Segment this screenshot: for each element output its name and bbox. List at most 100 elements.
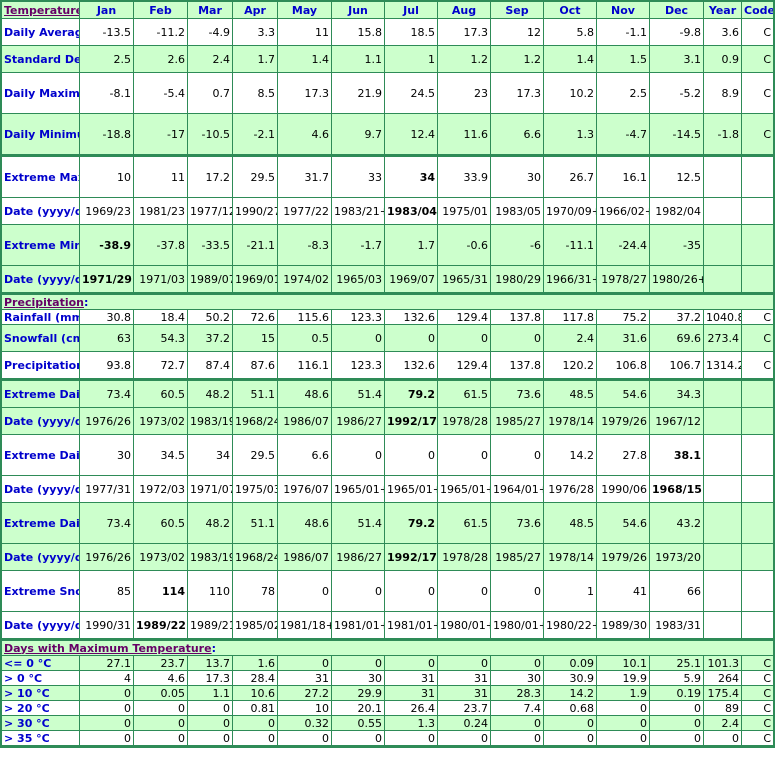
value-cell: -18.8 [80,114,134,155]
value-cell: 1979/26 [597,408,650,435]
value-cell: 2.4 [544,325,597,352]
value-cell: 7.4 [491,701,544,716]
value-cell: 1971/03 [134,266,188,293]
code-cell [742,198,773,225]
value-cell: 0 [332,571,385,612]
value-cell: 1.7 [233,46,278,73]
value-cell: 69.6 [650,325,704,352]
value-cell: -0.6 [438,225,491,266]
row-label: <= 0 °C [2,656,80,671]
value-cell: 0 [491,731,544,746]
value-cell: 106.8 [597,352,650,379]
col-header: May [278,2,332,19]
value-cell: 30 [80,435,134,476]
year-cell [704,155,742,198]
value-cell: -13.5 [80,19,134,46]
value-cell: 38.1 [650,435,704,476]
value-cell: 30.8 [80,310,134,325]
value-cell: 0 [278,731,332,746]
value-cell: 1973/02 [134,408,188,435]
value-cell: 73.6 [491,379,544,408]
table-row: Rainfall (mm) 30.8 18.4 50.2 72.6 115.6 123.3 1… [2,310,773,325]
year-cell [704,379,742,408]
value-cell: 23.7 [438,701,491,716]
value-cell: 16.1 [597,155,650,198]
value-cell: 25.1 [650,656,704,671]
value-cell: 2.5 [597,73,650,114]
value-cell: 14.2 [544,686,597,701]
value-cell: -1.7 [332,225,385,266]
value-cell: 1973/20 [650,544,704,571]
value-cell: 1977/22 [278,198,332,225]
value-cell: 1980/22+ [544,612,597,639]
value-cell: 0.19 [650,686,704,701]
year-cell: 89 [704,701,742,716]
value-cell: 87.4 [188,352,233,379]
value-cell: 33 [332,155,385,198]
table-row: Extreme Daily Snowfall (cm)3034.53429.56… [2,435,773,476]
table-row: Extreme Minimum (°C)-38.9-37.8-33.5-21.1… [2,225,773,266]
value-cell: 110 [188,571,233,612]
value-cell: 1989/21 [188,612,233,639]
value-cell: -33.5 [188,225,233,266]
value-cell: 79.2 [385,503,438,544]
table-row: Date (yyyy/dd)1976/261973/021983/191968/… [2,408,773,435]
row-label: Date (yyyy/dd) [2,476,80,503]
value-cell: 31 [438,671,491,686]
year-cell: 3.6 [704,19,742,46]
table-row: > 0 °C 4 4.6 17.3 28.4 31 30 31 31 30 30.9 19.9 5.9 2… [2,671,773,686]
table-row: Date (yyyy/dd)1976/261973/021983/191968/… [2,544,773,571]
value-cell: 1986/07 [278,408,332,435]
value-cell: 85 [80,571,134,612]
value-cell: 1980/01+ [491,612,544,639]
value-cell: 1990/27 [233,198,278,225]
code-cell [742,435,773,476]
value-cell: -10.5 [188,114,233,155]
value-cell: 1983/05 [491,198,544,225]
value-cell: 17.3 [438,19,491,46]
value-cell: 1965/01+ [332,476,385,503]
value-cell: 18.5 [385,19,438,46]
temperature-link[interactable]: Temperature [4,4,79,17]
value-cell: 6.6 [278,435,332,476]
value-cell: 0 [134,731,188,746]
days-max-temp-link[interactable]: Days with Maximum Temperature [4,642,212,655]
precipitation-link[interactable]: Precipitation [4,296,84,309]
year-cell [704,476,742,503]
value-cell: 51.1 [233,503,278,544]
code-cell [742,408,773,435]
value-cell: 15.8 [332,19,385,46]
year-cell [704,503,742,544]
table-row: Extreme Daily Rainfall (mm)73.460.548.25… [2,379,773,408]
value-cell: 1.3 [544,114,597,155]
value-cell: 26.4 [385,701,438,716]
value-cell: 117.8 [544,310,597,325]
value-cell: 1969/01 [233,266,278,293]
value-cell: 19.9 [597,671,650,686]
value-cell: 12.5 [650,155,704,198]
value-cell: 1.9 [597,686,650,701]
table-row: Daily Minimum (°C)-18.8-17-10.5-2.14.69.… [2,114,773,155]
value-cell: 0 [332,325,385,352]
value-cell: 0 [385,325,438,352]
value-cell: 129.4 [438,352,491,379]
row-label: Rainfall (mm) [2,310,80,325]
table-row: Date (yyyy/dd)1977/311972/031971/071975/… [2,476,773,503]
value-cell: -6 [491,225,544,266]
value-cell: 9.7 [332,114,385,155]
value-cell: 1.1 [188,686,233,701]
value-cell: 1980/26+ [650,266,704,293]
code-cell [742,612,773,639]
value-cell: -35 [650,225,704,266]
value-cell: 11 [134,155,188,198]
table-row: Daily Average (°C)-13.5-11.2-4.93.31115.… [2,19,773,46]
value-cell: 0 [650,716,704,731]
code-cell: C [742,19,773,46]
code-cell: C [742,73,773,114]
value-cell: 137.8 [491,352,544,379]
header-row: Temperature: Jan Feb Mar Apr May Jun Jul… [2,2,773,19]
value-cell: 1974/02 [278,266,332,293]
code-cell: C [742,716,773,731]
row-label: Precipitation (mm) [2,352,80,379]
value-cell: 1 [385,46,438,73]
